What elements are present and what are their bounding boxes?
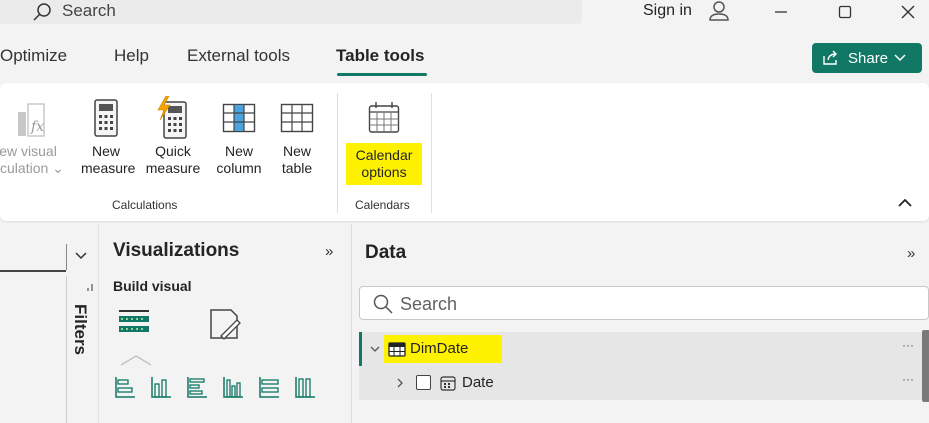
active-tab-indicator (337, 73, 427, 76)
global-search-box[interactable]: Search (0, 0, 582, 24)
calendar-table-icon (388, 342, 406, 357)
share-label: Share (848, 49, 889, 67)
maximize-icon (838, 5, 852, 19)
ribbon-group-divider (337, 93, 338, 213)
new-column-label-2: column (216, 160, 262, 176)
format-visual-icon[interactable] (207, 306, 243, 342)
chevron-up-icon[interactable] (895, 195, 915, 211)
ribbon-group-divider-2 (431, 93, 432, 213)
ribbon: fx New visual calculation ⌄ New measure (0, 83, 929, 221)
calendar-icon (368, 102, 400, 133)
build-visual-fields-icon[interactable] (117, 306, 153, 342)
100-stacked-bar-chart-icon[interactable] (257, 374, 281, 400)
share-icon (823, 50, 837, 65)
stacked-bar-chart-icon[interactable] (113, 374, 137, 400)
search-placeholder: Search (62, 1, 116, 20)
svg-text:fx: fx (30, 119, 44, 135)
new-measure-label-2: measure (81, 160, 136, 176)
quick-measure-label-1: Quick (155, 143, 191, 159)
new-visual-label-1: New visual (0, 143, 57, 159)
visualizations-pane: Visualizations » Build visual (98, 224, 350, 423)
menu-bar: Optimize Help External tools Table tools… (0, 30, 929, 80)
field-checkbox[interactable] (416, 375, 431, 390)
table-name-dimdate: DimDate (410, 340, 469, 357)
quick-measure-icon (157, 96, 187, 139)
visual-types-row (113, 374, 317, 400)
user-icon[interactable] (706, 0, 732, 24)
table-icon (280, 103, 314, 133)
tab-external-tools[interactable]: External tools (187, 45, 290, 67)
calculator-icon (94, 99, 118, 137)
new-visual-label-2: calculation ⌄ (0, 160, 64, 176)
chevron-down-icon[interactable] (368, 342, 382, 356)
clustered-bar-chart-icon[interactable] (185, 374, 209, 400)
new-table-label-1: New (282, 143, 311, 159)
expand-visualizations-button[interactable]: » (325, 243, 333, 260)
minimize-icon (775, 11, 787, 13)
group-label-calendars: Calendars (355, 198, 410, 212)
filter-bars-icon (87, 284, 93, 291)
search-icon (33, 3, 51, 21)
calendar-options-highlight: Calendar options (346, 143, 422, 185)
calendar-options-label-2: options (361, 164, 407, 180)
data-title: Data (365, 242, 407, 263)
title-bar: Search Sign in (0, 0, 929, 30)
search-icon (373, 294, 393, 314)
new-column-label-1: New (224, 143, 253, 159)
new-column-button[interactable]: New column (212, 93, 266, 177)
column-table-icon (222, 103, 256, 133)
sign-in-link[interactable]: Sign in (643, 0, 692, 22)
chevron-down-icon[interactable] (72, 249, 90, 263)
scrollbar-thumb[interactable] (922, 330, 929, 402)
filters-label[interactable]: Filters (70, 304, 90, 355)
new-visual-calculation-button[interactable]: fx New visual calculation ⌄ (0, 93, 68, 177)
more-options-button[interactable]: ··· (902, 338, 914, 352)
field-name-date: Date (462, 374, 494, 391)
new-table-button[interactable]: New table (274, 93, 320, 177)
data-pane: Data » Search DimDate ··· Date ··· (351, 224, 929, 423)
new-measure-label-1: New (91, 143, 120, 159)
tab-optimize[interactable]: Optimize (0, 45, 67, 67)
minimize-button[interactable] (761, 0, 801, 24)
tab-help[interactable]: Help (114, 45, 149, 67)
calendar-options-button[interactable]: Calendar options (346, 93, 422, 185)
chevron-right-icon[interactable] (393, 376, 407, 390)
new-table-label-2: table (281, 160, 313, 176)
tab-table-tools[interactable]: Table tools (336, 45, 424, 67)
build-visual-label: Build visual (113, 278, 192, 294)
visual-calculation-icon: fx (18, 103, 45, 137)
page-dropdown[interactable] (0, 242, 66, 272)
100-stacked-column-chart-icon[interactable] (293, 374, 317, 400)
group-label-calculations: Calculations (112, 198, 178, 212)
selected-caret-indicator (121, 355, 151, 366)
chevron-down-icon (894, 54, 906, 62)
quick-measure-label-2: measure (145, 160, 201, 176)
tree-item-date[interactable]: Date ··· (359, 366, 922, 400)
date-hierarchy-icon (440, 376, 456, 391)
data-search-input[interactable]: Search (359, 286, 929, 320)
close-icon (901, 5, 915, 19)
expand-data-button[interactable]: » (907, 245, 915, 262)
quick-measure-button[interactable]: Quick measure (142, 93, 204, 177)
close-button[interactable] (888, 0, 928, 24)
calendar-options-label-1: Calendar (355, 147, 413, 163)
new-measure-button[interactable]: New measure (81, 93, 136, 177)
tree-item-dimdate[interactable]: DimDate ··· (359, 332, 922, 366)
left-panel: Filters (0, 224, 98, 423)
dropdown-divider (66, 244, 67, 270)
stacked-column-chart-icon[interactable] (149, 374, 173, 400)
more-options-button[interactable]: ··· (902, 372, 914, 386)
visualizations-title: Visualizations (113, 240, 240, 261)
clustered-column-chart-icon[interactable] (221, 374, 245, 400)
data-search-placeholder: Search (400, 294, 458, 314)
share-button[interactable]: Share (812, 43, 922, 73)
maximize-button[interactable] (825, 0, 865, 24)
